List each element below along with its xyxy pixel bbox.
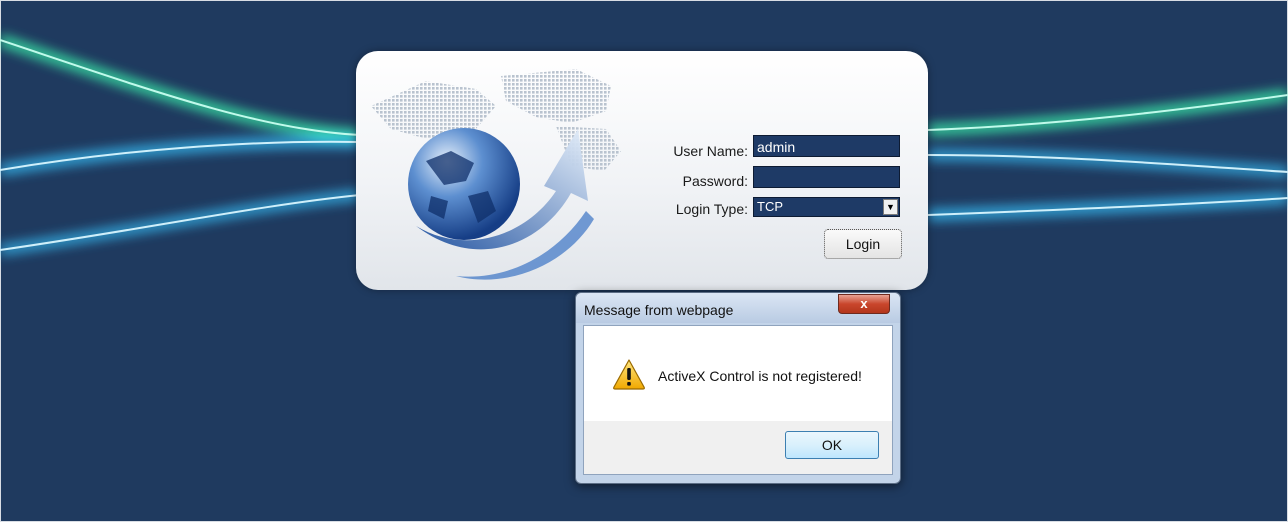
close-button[interactable]: x bbox=[838, 294, 890, 314]
username-input[interactable]: admin bbox=[753, 135, 900, 157]
login-type-label: Login Type: bbox=[675, 201, 748, 217]
ok-button[interactable]: OK bbox=[785, 431, 879, 459]
login-type-select[interactable]: TCP ▼ bbox=[753, 197, 900, 217]
login-type-value: TCP bbox=[757, 199, 783, 214]
dialog-message: ActiveX Control is not registered! bbox=[658, 368, 862, 384]
password-label: Password: bbox=[682, 173, 748, 189]
login-panel: User Name: admin Password: Login Type: T… bbox=[356, 51, 928, 290]
dialog-footer: OK bbox=[584, 421, 892, 474]
warning-icon bbox=[613, 359, 645, 390]
login-button[interactable]: Login bbox=[824, 229, 902, 259]
username-label: User Name: bbox=[673, 143, 748, 159]
message-dialog: Message from webpage x ActiveX Control i… bbox=[575, 292, 901, 484]
dialog-title: Message from webpage bbox=[584, 302, 734, 318]
dialog-titlebar[interactable]: Message from webpage x bbox=[576, 293, 900, 323]
globe-logo-icon bbox=[371, 69, 621, 280]
dropdown-arrow-icon[interactable]: ▼ bbox=[883, 199, 898, 215]
dialog-body: ActiveX Control is not registered! OK bbox=[583, 325, 893, 475]
password-input[interactable] bbox=[753, 166, 900, 188]
